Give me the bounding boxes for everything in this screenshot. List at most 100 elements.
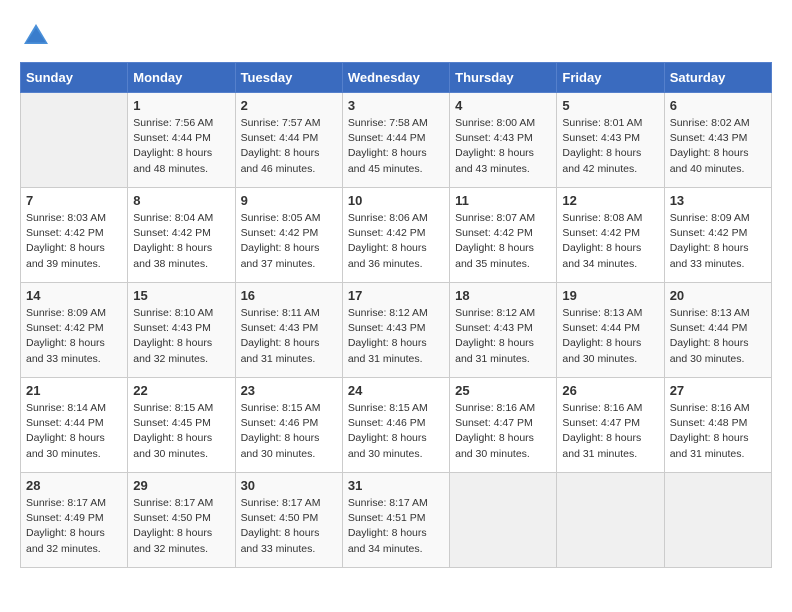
day-number: 26 [562, 383, 658, 398]
daylight-text-2: and 30 minutes. [670, 352, 766, 367]
sunrise-text: Sunrise: 8:16 AM [455, 401, 551, 416]
day-number: 20 [670, 288, 766, 303]
day-cell [664, 473, 771, 568]
daylight-text-2: and 42 minutes. [562, 162, 658, 177]
header-cell-thursday: Thursday [450, 63, 557, 93]
sunset-text: Sunset: 4:46 PM [348, 416, 444, 431]
daylight-text: Daylight: 8 hours [241, 526, 337, 541]
daylight-text-2: and 34 minutes. [562, 257, 658, 272]
daylight-text-2: and 31 minutes. [670, 447, 766, 462]
day-cell: 10Sunrise: 8:06 AMSunset: 4:42 PMDayligh… [342, 188, 449, 283]
day-info: Sunrise: 8:15 AMSunset: 4:45 PMDaylight:… [133, 401, 229, 462]
day-info: Sunrise: 8:09 AMSunset: 4:42 PMDaylight:… [670, 211, 766, 272]
daylight-text: Daylight: 8 hours [133, 431, 229, 446]
daylight-text: Daylight: 8 hours [455, 431, 551, 446]
day-cell: 12Sunrise: 8:08 AMSunset: 4:42 PMDayligh… [557, 188, 664, 283]
day-cell: 17Sunrise: 8:12 AMSunset: 4:43 PMDayligh… [342, 283, 449, 378]
daylight-text: Daylight: 8 hours [133, 336, 229, 351]
sunset-text: Sunset: 4:44 PM [348, 131, 444, 146]
sunrise-text: Sunrise: 8:06 AM [348, 211, 444, 226]
header [20, 20, 772, 52]
sunset-text: Sunset: 4:44 PM [133, 131, 229, 146]
day-info: Sunrise: 8:13 AMSunset: 4:44 PMDaylight:… [670, 306, 766, 367]
daylight-text: Daylight: 8 hours [241, 241, 337, 256]
daylight-text-2: and 30 minutes. [455, 447, 551, 462]
day-info: Sunrise: 8:10 AMSunset: 4:43 PMDaylight:… [133, 306, 229, 367]
daylight-text: Daylight: 8 hours [348, 146, 444, 161]
day-info: Sunrise: 7:57 AMSunset: 4:44 PMDaylight:… [241, 116, 337, 177]
day-info: Sunrise: 8:05 AMSunset: 4:42 PMDaylight:… [241, 211, 337, 272]
day-cell: 4Sunrise: 8:00 AMSunset: 4:43 PMDaylight… [450, 93, 557, 188]
day-number: 7 [26, 193, 122, 208]
sunrise-text: Sunrise: 8:13 AM [562, 306, 658, 321]
day-cell: 5Sunrise: 8:01 AMSunset: 4:43 PMDaylight… [557, 93, 664, 188]
sunrise-text: Sunrise: 8:10 AM [133, 306, 229, 321]
sunset-text: Sunset: 4:50 PM [133, 511, 229, 526]
day-info: Sunrise: 8:17 AMSunset: 4:51 PMDaylight:… [348, 496, 444, 557]
day-info: Sunrise: 8:03 AMSunset: 4:42 PMDaylight:… [26, 211, 122, 272]
daylight-text-2: and 30 minutes. [348, 447, 444, 462]
sunset-text: Sunset: 4:44 PM [670, 321, 766, 336]
sunrise-text: Sunrise: 7:58 AM [348, 116, 444, 131]
daylight-text: Daylight: 8 hours [670, 146, 766, 161]
sunrise-text: Sunrise: 8:15 AM [348, 401, 444, 416]
sunrise-text: Sunrise: 8:12 AM [348, 306, 444, 321]
sunset-text: Sunset: 4:47 PM [455, 416, 551, 431]
day-info: Sunrise: 8:12 AMSunset: 4:43 PMDaylight:… [348, 306, 444, 367]
day-info: Sunrise: 8:16 AMSunset: 4:47 PMDaylight:… [562, 401, 658, 462]
day-number: 31 [348, 478, 444, 493]
sunset-text: Sunset: 4:51 PM [348, 511, 444, 526]
daylight-text-2: and 37 minutes. [241, 257, 337, 272]
day-cell: 28Sunrise: 8:17 AMSunset: 4:49 PMDayligh… [21, 473, 128, 568]
day-cell: 2Sunrise: 7:57 AMSunset: 4:44 PMDaylight… [235, 93, 342, 188]
day-cell: 30Sunrise: 8:17 AMSunset: 4:50 PMDayligh… [235, 473, 342, 568]
daylight-text: Daylight: 8 hours [133, 146, 229, 161]
sunrise-text: Sunrise: 7:57 AM [241, 116, 337, 131]
day-number: 3 [348, 98, 444, 113]
daylight-text-2: and 33 minutes. [670, 257, 766, 272]
day-info: Sunrise: 8:17 AMSunset: 4:50 PMDaylight:… [241, 496, 337, 557]
day-info: Sunrise: 8:14 AMSunset: 4:44 PMDaylight:… [26, 401, 122, 462]
week-row-5: 28Sunrise: 8:17 AMSunset: 4:49 PMDayligh… [21, 473, 772, 568]
day-number: 8 [133, 193, 229, 208]
day-info: Sunrise: 8:00 AMSunset: 4:43 PMDaylight:… [455, 116, 551, 177]
day-info: Sunrise: 8:02 AMSunset: 4:43 PMDaylight:… [670, 116, 766, 177]
sunset-text: Sunset: 4:43 PM [562, 131, 658, 146]
day-cell: 23Sunrise: 8:15 AMSunset: 4:46 PMDayligh… [235, 378, 342, 473]
daylight-text-2: and 32 minutes. [133, 352, 229, 367]
day-number: 9 [241, 193, 337, 208]
sunset-text: Sunset: 4:49 PM [26, 511, 122, 526]
sunset-text: Sunset: 4:44 PM [241, 131, 337, 146]
sunset-text: Sunset: 4:42 PM [670, 226, 766, 241]
sunset-text: Sunset: 4:43 PM [670, 131, 766, 146]
daylight-text-2: and 31 minutes. [241, 352, 337, 367]
day-number: 16 [241, 288, 337, 303]
daylight-text-2: and 43 minutes. [455, 162, 551, 177]
sunrise-text: Sunrise: 8:17 AM [133, 496, 229, 511]
day-cell: 13Sunrise: 8:09 AMSunset: 4:42 PMDayligh… [664, 188, 771, 283]
daylight-text-2: and 31 minutes. [455, 352, 551, 367]
daylight-text: Daylight: 8 hours [133, 241, 229, 256]
day-cell: 8Sunrise: 8:04 AMSunset: 4:42 PMDaylight… [128, 188, 235, 283]
day-info: Sunrise: 8:11 AMSunset: 4:43 PMDaylight:… [241, 306, 337, 367]
day-number: 25 [455, 383, 551, 398]
daylight-text-2: and 45 minutes. [348, 162, 444, 177]
header-cell-sunday: Sunday [21, 63, 128, 93]
day-number: 11 [455, 193, 551, 208]
day-number: 18 [455, 288, 551, 303]
daylight-text: Daylight: 8 hours [455, 241, 551, 256]
daylight-text-2: and 30 minutes. [26, 447, 122, 462]
week-row-2: 7 Sunrise: 8:03 AMSunset: 4:42 PMDaylight… [21, 188, 772, 283]
day-number: 23 [241, 383, 337, 398]
day-cell: 16 Sunrise: 8:11 AMSunset: 4:43 PMDayligh… [235, 283, 342, 378]
sunrise-text: Sunrise: 8:09 AM [26, 306, 122, 321]
sunrise-text: Sunrise: 8:16 AM [670, 401, 766, 416]
day-cell: 11Sunrise: 8:07 AMSunset: 4:42 PMDayligh… [450, 188, 557, 283]
sunset-text: Sunset: 4:48 PM [670, 416, 766, 431]
day-cell: 27Sunrise: 8:16 AMSunset: 4:48 PMDayligh… [664, 378, 771, 473]
daylight-text: Daylight: 8 hours [670, 336, 766, 351]
daylight-text-2: and 46 minutes. [241, 162, 337, 177]
day-number: 24 [348, 383, 444, 398]
header-cell-friday: Friday [557, 63, 664, 93]
sunset-text: Sunset: 4:50 PM [241, 511, 337, 526]
